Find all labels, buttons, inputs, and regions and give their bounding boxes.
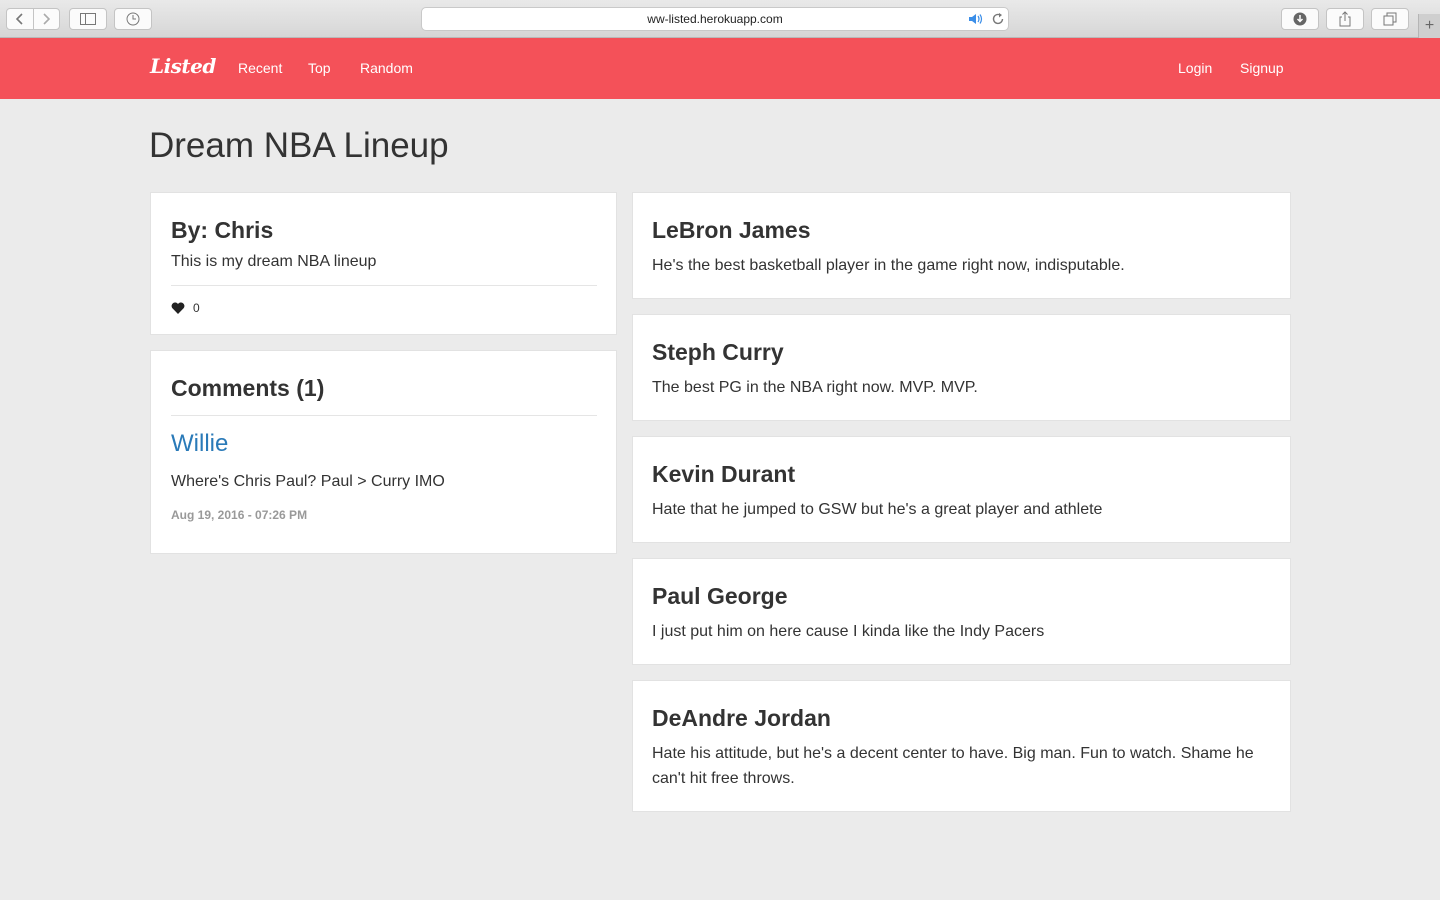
comments-card: Comments (1) Willie Where's Chris Paul? … — [150, 350, 617, 554]
new-tab-button[interactable]: + — [1418, 14, 1440, 38]
list-description: This is my dream NBA lineup — [171, 253, 377, 270]
item-text: Hate that he jumped to GSW but he's a gr… — [652, 501, 1103, 518]
item-text: He's the best basketball player in the g… — [652, 257, 1125, 274]
list-item-card: Paul George I just put him on here cause… — [632, 558, 1291, 665]
url-text: ww-listed.herokuapp.com — [647, 12, 783, 26]
heart-icon — [171, 302, 185, 314]
sidebar-button[interactable] — [69, 8, 107, 30]
back-button[interactable] — [7, 9, 33, 29]
item-name: Kevin Durant — [652, 461, 796, 487]
chevron-right-icon — [43, 13, 51, 25]
item-name: Steph Curry — [652, 339, 784, 365]
item-name: LeBron James — [652, 217, 811, 243]
like-button[interactable]: 0 — [171, 301, 200, 315]
reload-icon[interactable] — [991, 12, 1005, 26]
divider — [171, 415, 597, 416]
nav-signup[interactable]: Signup — [1240, 60, 1284, 76]
tabs-icon — [1383, 12, 1397, 26]
nav-recent[interactable]: Recent — [238, 60, 282, 76]
page-title: Dream NBA Lineup — [149, 126, 449, 165]
address-bar[interactable]: ww-listed.herokuapp.com — [421, 7, 1009, 31]
item-name: Paul George — [652, 583, 788, 609]
list-info-card: By: Chris This is my dream NBA lineup 0 — [150, 192, 617, 335]
like-count: 0 — [193, 301, 200, 315]
list-item-card: LeBron James He's the best basketball pl… — [632, 192, 1291, 299]
site-navbar: Listed Recent Top Random Login Signup — [0, 38, 1440, 99]
forward-button[interactable] — [32, 9, 59, 29]
clock-icon — [126, 12, 140, 26]
speaker-icon[interactable] — [968, 13, 984, 25]
divider — [171, 285, 597, 286]
item-text: The best PG in the NBA right now. MVP. M… — [652, 379, 978, 396]
comments-heading: Comments (1) — [171, 375, 325, 401]
downloads-button[interactable] — [1281, 8, 1319, 30]
list-item-card: DeAndre Jordan Hate his attitude, but he… — [632, 680, 1291, 812]
nav-top[interactable]: Top — [308, 60, 331, 76]
download-icon — [1293, 12, 1307, 26]
nav-login[interactable]: Login — [1178, 60, 1212, 76]
item-text: Hate his attitude, but he's a decent cen… — [652, 745, 1254, 787]
logo[interactable]: Listed — [150, 54, 216, 78]
nav-random[interactable]: Random — [360, 60, 413, 76]
item-text: I just put him on here cause I kinda lik… — [652, 623, 1045, 640]
history-button[interactable] — [114, 8, 152, 30]
share-icon — [1339, 11, 1351, 27]
list-item-card: Kevin Durant Hate that he jumped to GSW … — [632, 436, 1291, 543]
comment-text: Where's Chris Paul? Paul > Curry IMO — [171, 473, 445, 490]
share-button[interactable] — [1326, 8, 1364, 30]
plus-icon: + — [1424, 17, 1435, 34]
comment-author-link[interactable]: Willie — [171, 430, 228, 458]
list-author: By: Chris — [171, 217, 274, 243]
sidebar-icon — [80, 13, 96, 25]
list-item-card: Steph Curry The best PG in the NBA right… — [632, 314, 1291, 421]
history-nav — [6, 8, 60, 30]
browser-toolbar: ww-listed.herokuapp.com + — [0, 0, 1440, 38]
comment-timestamp: Aug 19, 2016 - 07:26 PM — [171, 508, 308, 522]
item-name: DeAndre Jordan — [652, 705, 831, 731]
tabs-button[interactable] — [1371, 8, 1409, 30]
chevron-left-icon — [15, 13, 23, 25]
